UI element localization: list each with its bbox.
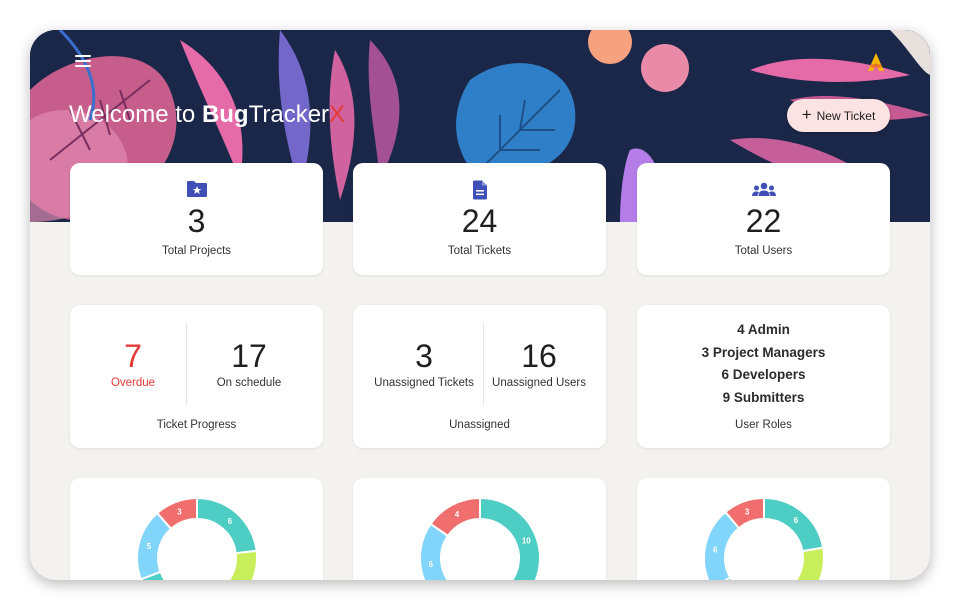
slice-label: 6 bbox=[794, 516, 799, 525]
role-developers: 6 Developers bbox=[721, 367, 806, 382]
tickets-label: Total Tickets bbox=[447, 245, 512, 257]
slice-label: 10 bbox=[522, 536, 531, 545]
slice-label: 3 bbox=[177, 508, 182, 517]
on-schedule-count: 17 bbox=[231, 338, 267, 374]
chart-card-1[interactable]: 6 5 3 bbox=[70, 478, 323, 580]
role-submitters: 9 Submitters bbox=[722, 390, 805, 405]
overdue-label: Overdue bbox=[110, 377, 156, 389]
plus-icon: + bbox=[801, 105, 812, 124]
user-roles-title: User Roles bbox=[735, 419, 792, 431]
chart-card-3[interactable]: 6 6 3 bbox=[637, 478, 890, 580]
stat-card-projects[interactable]: 3 Total Projects bbox=[70, 163, 323, 275]
app-window: Welcome to BugTrackerX + New Ticket 3 To… bbox=[30, 30, 930, 580]
folder-star-icon bbox=[186, 181, 207, 197]
slice-label: 3 bbox=[745, 507, 750, 516]
users-count: 22 bbox=[745, 203, 782, 239]
tickets-count: 24 bbox=[461, 203, 498, 239]
projects-label: Total Projects bbox=[161, 245, 232, 257]
brand-x: X bbox=[329, 101, 346, 128]
slice-label: 6 bbox=[429, 560, 434, 569]
on-schedule-label: On schedule bbox=[216, 377, 282, 389]
slice-label: 6 bbox=[228, 517, 233, 526]
stat-card-tickets[interactable]: 24 Total Tickets bbox=[353, 163, 606, 275]
title-prefix: Welcome to bbox=[69, 101, 202, 128]
users-group-icon bbox=[751, 182, 776, 196]
projects-count: 3 bbox=[187, 203, 206, 239]
donut-chart: 6 6 3 bbox=[703, 496, 825, 580]
chart-card-2[interactable]: 10 6 4 bbox=[353, 478, 606, 580]
user-roles-card[interactable]: 4 Admin 3 Project Managers 6 Developers … bbox=[637, 305, 890, 448]
document-icon bbox=[472, 180, 487, 200]
unassigned-users-count: 16 bbox=[521, 338, 557, 374]
slice-label: 4 bbox=[455, 510, 460, 519]
donut-slice[interactable] bbox=[479, 496, 541, 580]
ticket-progress-title: Ticket Progress bbox=[156, 419, 237, 431]
stat-card-users[interactable]: 22 Total Users bbox=[637, 163, 890, 275]
slice-label: 5 bbox=[147, 542, 152, 551]
role-project-managers: 3 Project Managers bbox=[701, 345, 826, 360]
unassigned-tickets-label: Unassigned Tickets bbox=[374, 377, 474, 389]
donut-chart: 6 5 3 bbox=[136, 496, 258, 580]
brand-name: Tracker bbox=[248, 101, 330, 128]
unassigned-card[interactable]: 3 Unassigned Tickets 16 Unassigned Users… bbox=[353, 305, 606, 448]
donut-slice[interactable] bbox=[223, 549, 258, 580]
unassigned-title: Unassigned bbox=[449, 419, 510, 431]
unassigned-tickets-count: 3 bbox=[415, 338, 433, 374]
page-title: Welcome to BugTrackerX bbox=[69, 101, 345, 129]
donut-chart: 10 6 4 bbox=[419, 496, 541, 580]
donut-slice[interactable] bbox=[792, 546, 825, 580]
menu-button[interactable] bbox=[74, 53, 94, 69]
new-ticket-button[interactable]: + New Ticket bbox=[787, 99, 890, 132]
users-label: Total Users bbox=[734, 245, 793, 257]
overdue-count: 7 bbox=[124, 338, 142, 374]
brand-bold: Bug bbox=[201, 101, 249, 128]
role-admin: 4 Admin bbox=[737, 322, 790, 337]
unassigned-users-label: Unassigned Users bbox=[492, 377, 586, 389]
menu-icon bbox=[75, 55, 91, 57]
ticket-progress-card[interactable]: 7 Overdue 17 On schedule Ticket Progress bbox=[70, 305, 323, 448]
new-ticket-label: New Ticket bbox=[816, 108, 876, 123]
logo-icon bbox=[868, 53, 884, 71]
slice-label: 6 bbox=[713, 545, 718, 554]
